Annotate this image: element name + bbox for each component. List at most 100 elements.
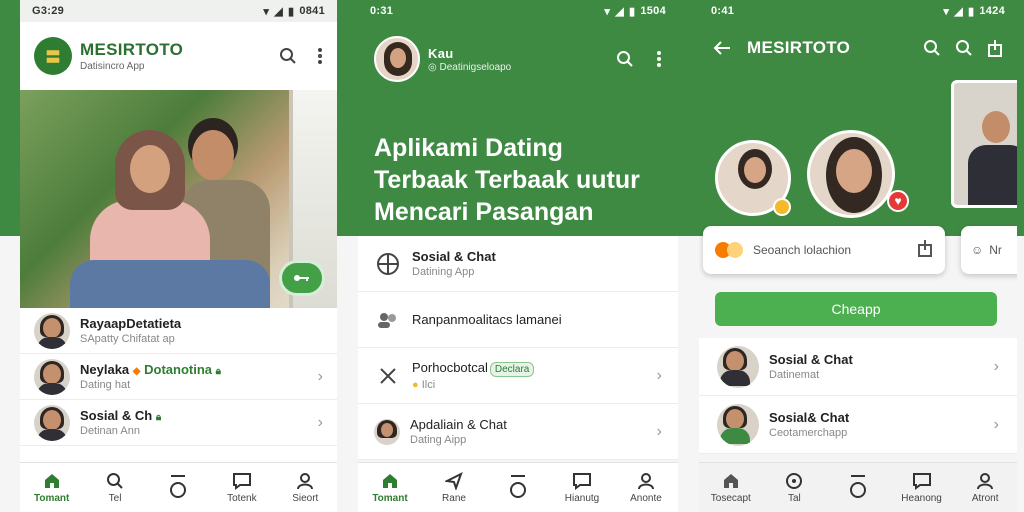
list-item-title: Neylaka: [80, 362, 130, 377]
list-item-subtitle: Dating Aipp: [410, 434, 467, 446]
cheap-button[interactable]: Cheapp: [715, 292, 997, 326]
profile-name: Kau: [428, 45, 454, 61]
person-icon: [297, 472, 314, 489]
coin-icon: [773, 198, 791, 216]
emoji-icon: ☺: [971, 243, 984, 257]
list-item[interactable]: Sosial& Chat Ceotamerchapp ›: [699, 396, 1017, 454]
nav-menu[interactable]: [828, 473, 888, 502]
nav-send[interactable]: Rane: [424, 471, 484, 504]
list-item[interactable]: Ranpanmoalitacs lamanei: [358, 292, 678, 348]
list-item-subtitle: Datining App: [412, 266, 475, 278]
avatar: [34, 404, 70, 441]
home-icon: [383, 473, 397, 488]
nav-profile[interactable]: Sieort: [275, 472, 335, 504]
list-item-subtitle: Dating hat: [80, 379, 131, 391]
headline: Aplikami Dating Terbaak Terbaak uutur Me…: [374, 134, 640, 226]
nav-menu[interactable]: [488, 473, 548, 502]
match-list: RayaapDetatieta SApatty Chifatat ap Neyl…: [20, 308, 337, 446]
app-bar: Kau ◎ Deatinigseloapo: [358, 22, 678, 96]
nav-home[interactable]: Tomant: [22, 472, 82, 504]
nav-profile[interactable]: Atront: [955, 472, 1015, 504]
search-icon[interactable]: [955, 39, 973, 57]
more-vert-icon[interactable]: [317, 47, 323, 65]
search-icon: [107, 472, 123, 489]
key-fab-button[interactable]: [279, 260, 325, 296]
person-icon: [977, 472, 994, 489]
list-item-subtitle: Datinemat: [769, 369, 820, 381]
status-time: 0:41: [711, 5, 735, 17]
more-vert-icon[interactable]: [656, 50, 662, 68]
signal-icon: ◢: [274, 5, 283, 18]
nav-explore[interactable]: Tal: [764, 472, 824, 504]
menu-circle-icon: [849, 475, 866, 498]
home-icon: [723, 473, 738, 488]
profile-info: Kau ◎ Deatinigseloapo: [428, 46, 511, 73]
side-card[interactable]: ☺ Nr: [961, 226, 1017, 274]
status-bar: 0:31 ▾ ◢ ▮ 1504: [358, 0, 678, 22]
chevron-right-icon: ›: [317, 367, 323, 385]
share-icon[interactable]: [987, 39, 1003, 57]
search-icon[interactable]: [279, 47, 297, 65]
explore-icon: [786, 472, 803, 489]
status-right-text: 1424: [979, 5, 1005, 17]
list-item[interactable]: Porhocbotcal Declara ● Ilci ›: [358, 348, 678, 404]
list-item[interactable]: Neylaka ◆ Dotanotina 🔒︎ Dating hat ›: [20, 354, 337, 400]
search-icon[interactable]: [616, 50, 634, 68]
nav-home[interactable]: Tosecapt: [701, 472, 761, 504]
nav-label: Anonte: [630, 492, 662, 504]
search-label: Seoanch lolachion: [753, 243, 852, 257]
status-badge: Declara: [489, 362, 535, 377]
signal-icon: ◢: [615, 5, 624, 18]
search-icon[interactable]: [923, 39, 941, 57]
bottom-nav: Tomant Tel Totenk Sieort: [20, 462, 337, 512]
appbar-actions: [923, 39, 1003, 57]
nav-menu[interactable]: [148, 473, 208, 502]
app-logo: 〓: [34, 37, 72, 75]
nav-profile[interactable]: Anonte: [616, 472, 676, 504]
profile-photo-card[interactable]: [951, 80, 1017, 208]
list-item-subtitle: Ceotamerchapp: [769, 427, 848, 439]
phone-screen-landing: 0:31 ▾ ◢ ▮ 1504 Kau ◎ Deatinigseloapo Ap…: [358, 0, 678, 512]
list-item-title: Sosial & Chat: [769, 352, 853, 367]
status-right-text: 0841: [299, 5, 325, 17]
list-item-title: Sosial & Chat: [412, 249, 496, 264]
nav-chat[interactable]: Hianutg: [552, 472, 612, 504]
send-icon: [445, 471, 463, 490]
nav-search[interactable]: Tel: [85, 472, 145, 504]
home-icon: [44, 473, 59, 488]
list-item[interactable]: Sosial & Ch 🔒︎ Detinan Ann ›: [20, 400, 337, 446]
list-item-title-extra: Dotanotina: [144, 362, 212, 377]
person-icon: [638, 472, 654, 489]
list-item-title: Apdaliain & Chat: [410, 417, 507, 432]
list-item[interactable]: Apdaliain & Chat Dating Aipp ›: [358, 404, 678, 460]
chat-icon: [232, 472, 251, 490]
search-location-card[interactable]: Seoanch lolachion: [703, 226, 945, 274]
battery-icon: ▮: [967, 5, 975, 18]
app-subtitle: Datisincro App: [80, 61, 145, 72]
nav-label: Hianutg: [564, 492, 600, 504]
match-stage: ♥: [699, 74, 1017, 218]
nav-home[interactable]: Tomant: [360, 472, 420, 504]
hero-couple-photo: [20, 90, 337, 308]
share-icon[interactable]: [917, 239, 933, 262]
heart-icon[interactable]: ♥: [887, 190, 909, 212]
avatar[interactable]: [807, 130, 895, 218]
nav-chat[interactable]: Heanong: [892, 472, 952, 504]
battery-icon: ▮: [628, 5, 636, 18]
app-brand: MESIRTOTO Datisincro App: [80, 40, 183, 72]
chevron-right-icon: ›: [656, 366, 662, 384]
back-arrow-icon[interactable]: [713, 40, 731, 56]
chat-icon: [912, 472, 931, 490]
list-item[interactable]: RayaapDetatieta SApatty Chifatat ap: [20, 308, 337, 354]
list-item[interactable]: Sosial & Chat Datining App: [358, 236, 678, 292]
profile-avatar[interactable]: [374, 36, 420, 82]
list-item[interactable]: Sosial & Chat Datinemat ›: [699, 338, 1017, 396]
nav-label: Tosecapt: [710, 492, 751, 504]
key-icon: [294, 275, 309, 281]
nav-chat[interactable]: Totenk: [212, 472, 272, 504]
chevron-right-icon: ›: [993, 357, 999, 375]
avatar: [374, 418, 400, 445]
nav-label: Tal: [787, 492, 801, 504]
appbar-actions: [616, 50, 662, 68]
nav-label: Tomant: [372, 492, 408, 504]
